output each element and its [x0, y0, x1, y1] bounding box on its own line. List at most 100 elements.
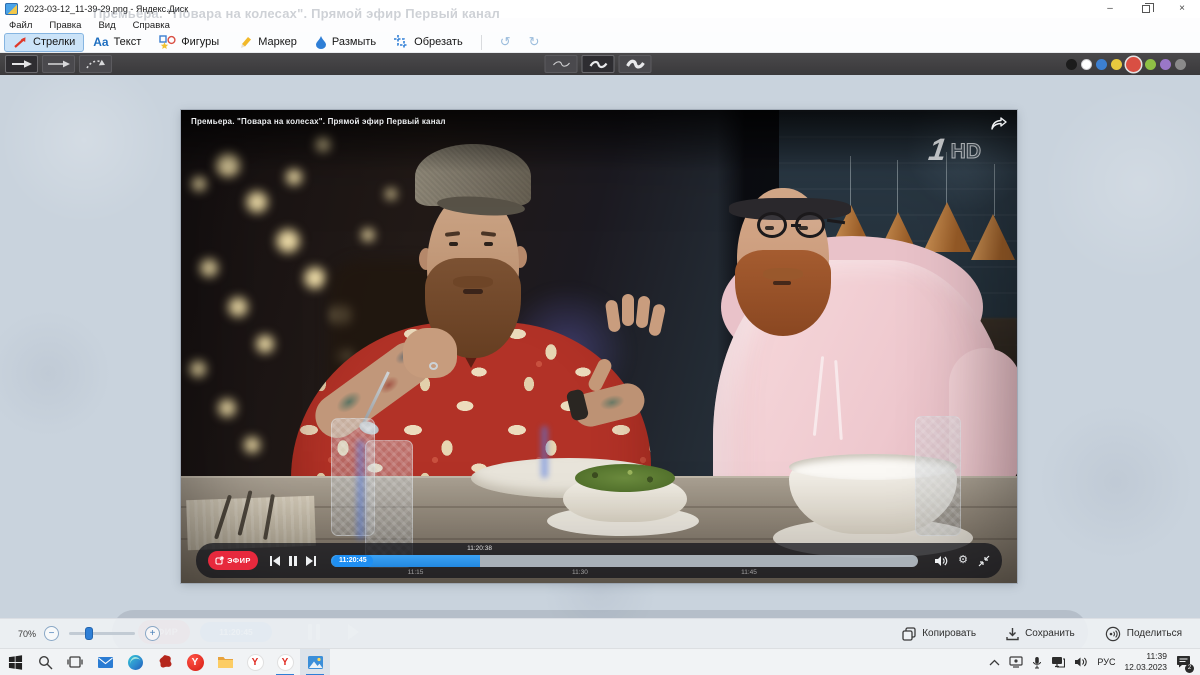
line-thick[interactable] [618, 55, 652, 73]
undo-icon: ↺ [499, 34, 511, 49]
zoom-slider-thumb[interactable] [85, 627, 94, 640]
arrow-style-long[interactable] [42, 55, 75, 73]
yandex-browser-icon[interactable]: Y [180, 649, 210, 675]
swatch-gray[interactable] [1175, 58, 1186, 70]
yandex-disk-app-icon[interactable]: Y [270, 649, 300, 675]
drinking-glass [915, 416, 961, 536]
close-button[interactable]: × [1164, 0, 1200, 18]
video-control-bar: ЭФИР 11:20:45 11:20:38 11:15 11:30 11:45… [196, 543, 1002, 578]
file-explorer-icon[interactable] [210, 649, 240, 675]
straight-arrow-icon [11, 60, 32, 68]
share-button[interactable]: Поделиться [1105, 626, 1182, 642]
swatch-yellow[interactable] [1111, 58, 1122, 70]
red-app-icon[interactable] [150, 649, 180, 675]
zoom-slider[interactable] [69, 627, 136, 640]
copy-label: Копировать [922, 628, 977, 639]
zoom-value: 70% [18, 628, 37, 639]
bokeh-light [227, 296, 249, 318]
skip-back-icon [270, 555, 280, 566]
arrow-style-curved[interactable] [79, 55, 112, 73]
tool-text-label: Текст [113, 36, 142, 48]
tool-blur-label: Размыть [331, 36, 377, 48]
swatch-black[interactable] [1066, 58, 1077, 70]
yandex-app-icon[interactable]: Y [240, 649, 270, 675]
window-title: 2023-03-12_11-39-29.png - Яндекс.Диск [24, 4, 189, 14]
edge-browser-icon[interactable] [120, 649, 150, 675]
menu-help[interactable]: Справка [133, 20, 170, 31]
marker-icon [241, 37, 252, 48]
yandex-letter: Y [191, 656, 199, 668]
arrow-icon [14, 36, 26, 48]
swatch-red-selected[interactable] [1126, 56, 1141, 72]
file-image-icon [5, 3, 18, 15]
minimize-button[interactable]: – [1092, 0, 1128, 18]
share-arrow-icon [991, 117, 1007, 135]
y-letter: Y [281, 656, 289, 668]
tool-marker-label: Маркер [258, 36, 297, 48]
swatch-purple[interactable] [1160, 58, 1171, 70]
save-button[interactable]: Сохранить [1006, 627, 1075, 641]
timeline-tick: 11:45 [741, 568, 757, 576]
undo-button[interactable]: ↺ [491, 34, 520, 50]
skip-forward-icon [306, 555, 316, 566]
yandex-disk-tray-icon[interactable] [1009, 656, 1024, 668]
shapes-icon [159, 35, 176, 49]
color-swatches [1066, 56, 1195, 72]
screenshot-image[interactable]: Премьера. "Повара на колесах". Прямой эф… [181, 110, 1017, 583]
clock[interactable]: 11:39 12.03.2023 [1124, 651, 1167, 672]
tool-shapes-label: Фигуры [181, 36, 220, 48]
tray-time: 11:39 [1146, 651, 1167, 662]
start-button[interactable] [0, 649, 30, 675]
menu-file[interactable]: Файл [9, 20, 32, 31]
video-title: Премьера. "Повара на колесах". Прямой эф… [191, 117, 446, 126]
network-icon[interactable] [1051, 656, 1066, 668]
tool-arrows[interactable]: Стрелки [4, 32, 85, 52]
tool-blur[interactable]: Размыть [306, 33, 385, 52]
redo-button[interactable]: ↻ [520, 34, 549, 50]
share-icon [1105, 626, 1120, 641]
arrow-style-straight[interactable] [5, 55, 38, 73]
zoom-in-button[interactable]: + [145, 626, 161, 641]
swatch-blue[interactable] [1096, 58, 1107, 70]
tool-shapes[interactable]: Фигуры [150, 33, 228, 52]
line-medium[interactable] [581, 55, 615, 73]
microphone-icon[interactable] [1032, 656, 1042, 669]
tool-text[interactable]: Aa Текст [84, 33, 150, 52]
close-icon: × [1179, 3, 1185, 14]
thin-squiggle-icon [552, 61, 570, 67]
tool-crop[interactable]: Обрезать [385, 33, 472, 52]
edge-swirl-icon [127, 654, 143, 670]
finger [622, 294, 634, 326]
screenshot-editor-app-icon[interactable] [300, 648, 330, 675]
eye [484, 242, 493, 246]
progress-track: 11:20:45 11:20:38 11:15 11:30 11:45 [331, 545, 919, 576]
task-view-button[interactable] [60, 649, 90, 675]
swatch-green[interactable] [1145, 58, 1156, 70]
timeline-tick: 11:15 [407, 568, 424, 576]
mail-app-icon[interactable] [90, 649, 120, 675]
line-thickness-group [544, 55, 656, 73]
line-thin[interactable] [544, 55, 578, 73]
task-view-icon [67, 656, 83, 668]
hidden-icons-chevron[interactable] [989, 659, 1000, 666]
menu-edit[interactable]: Правка [49, 20, 81, 31]
tray-date: 12.03.2023 [1124, 662, 1167, 672]
copy-button[interactable]: Копировать [902, 626, 977, 641]
restore-button[interactable] [1128, 0, 1164, 18]
channel-one-hd-watermark: 1 HD [927, 132, 982, 167]
speaker-icon[interactable] [1074, 656, 1088, 668]
swatch-white[interactable] [1081, 58, 1092, 70]
playhead-time: 11:20:38 [467, 544, 492, 552]
tool-marker[interactable]: Маркер [228, 33, 306, 52]
search-button[interactable] [30, 649, 60, 675]
menu-view[interactable]: Вид [98, 20, 115, 31]
live-icon [215, 556, 224, 565]
envelope-icon [97, 656, 113, 668]
window-controls: – × [1092, 0, 1200, 18]
action-center-button[interactable]: 2 [1176, 655, 1194, 673]
silver-ring [429, 362, 438, 370]
editor-bottom-bar: 70% − + Копировать Сохранить Поделиться [0, 618, 1200, 648]
zoom-out-button[interactable]: − [44, 626, 60, 641]
language-indicator[interactable]: РУС [1097, 657, 1115, 667]
mustache [453, 276, 493, 288]
